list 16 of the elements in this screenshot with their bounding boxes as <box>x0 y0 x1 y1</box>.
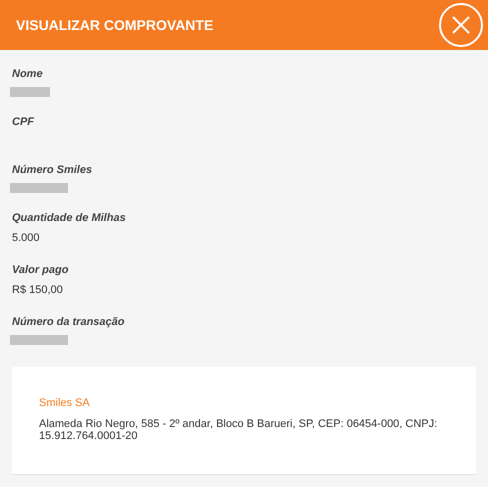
field-label: Nome <box>12 67 43 81</box>
field-label: CPF <box>12 115 34 129</box>
field-label: Número Smiles <box>12 163 92 177</box>
field-label: Valor pago <box>12 263 68 277</box>
close-button[interactable] <box>439 3 483 47</box>
field-value: 5.000 <box>12 231 40 245</box>
close-icon <box>451 15 471 35</box>
window-title: VISUALIZAR COMPROVANTE <box>16 16 214 34</box>
company-name: Smiles SA <box>39 396 91 411</box>
redacted-value <box>10 87 50 97</box>
redacted-value <box>10 183 68 193</box>
company-address: Alameda Rio Negro, 585 - 2º andar, Bloco B Barueri, SP, CEP: 06454-000, CNPJ: 15.912.764.0001-20 <box>39 418 438 442</box>
field-label: Quantidade de Milhas <box>12 211 126 225</box>
field-label: Número da transação <box>12 315 124 329</box>
field-value: R$ 150,00 <box>12 283 63 297</box>
redacted-value <box>10 335 68 345</box>
